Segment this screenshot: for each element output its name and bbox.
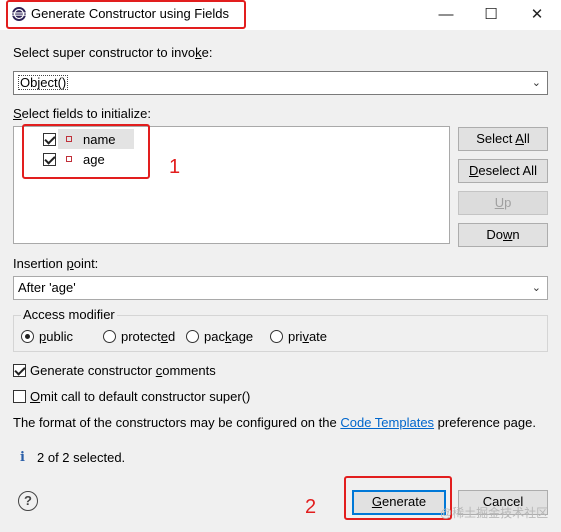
- radio-indicator: [270, 330, 283, 343]
- chevron-down-icon: ⌄: [531, 77, 541, 89]
- checkbox-indicator: [13, 390, 26, 403]
- code-templates-link[interactable]: Code Templates: [340, 415, 434, 430]
- radio-public[interactable]: public: [21, 329, 73, 344]
- radio-label: public: [39, 329, 73, 344]
- info-icon: i: [20, 450, 25, 465]
- checkbox-indicator: [13, 364, 26, 377]
- insertion-point-label: Insertion point:: [13, 256, 99, 271]
- radio-protected[interactable]: protected: [103, 329, 175, 344]
- maximize-button[interactable]: ☐: [476, 4, 506, 26]
- deselect-all-button[interactable]: Deselect All: [458, 159, 548, 183]
- up-button[interactable]: Up: [458, 191, 548, 215]
- radio-indicator: [21, 330, 34, 343]
- selection-status: 2 of 2 selected.: [37, 450, 126, 465]
- fields-label: Select fields to initialize:: [13, 106, 152, 121]
- generate-comments-checkbox[interactable]: Generate constructor comments: [13, 363, 216, 378]
- omit-super-call-checkbox[interactable]: Omit call to default constructor super(): [13, 389, 250, 404]
- checkbox-label: Omit call to default constructor super(): [30, 389, 251, 404]
- insertion-point-select[interactable]: After 'age' ⌄: [13, 276, 548, 300]
- radio-label: package: [204, 329, 254, 344]
- checkbox-label: Generate constructor comments: [30, 363, 216, 378]
- super-constructor-label: Select super constructor to invoke:: [13, 45, 213, 60]
- select-all-button[interactable]: Select All: [458, 127, 548, 151]
- super-constructor-value: Object(): [18, 75, 69, 90]
- access-modifier-title: Access modifier: [21, 307, 117, 322]
- radio-private[interactable]: private: [270, 329, 327, 344]
- radio-indicator: [103, 330, 116, 343]
- annotation-number-2: 2: [305, 496, 317, 518]
- minimize-button[interactable]: —: [431, 4, 461, 26]
- insertion-point-value: After 'age': [18, 280, 76, 295]
- watermark: @稀土掘金技术社区: [440, 506, 549, 520]
- super-constructor-select[interactable]: Object() ⌄: [13, 71, 548, 95]
- chevron-down-icon: ⌄: [531, 282, 541, 294]
- radio-label: protected: [121, 329, 176, 344]
- radio-package[interactable]: package: [186, 329, 253, 344]
- help-icon[interactable]: ?: [18, 491, 38, 511]
- radio-label: private: [288, 329, 328, 344]
- annotation-number-1: 1: [169, 156, 181, 178]
- down-button[interactable]: Down: [458, 223, 548, 247]
- template-info-text: The format of the constructors may be co…: [13, 415, 536, 430]
- annotation-title-highlight: [6, 0, 246, 29]
- generate-button[interactable]: Generate: [352, 490, 446, 515]
- annotation-fields-highlight: [22, 124, 150, 179]
- close-button[interactable]: ✕: [522, 4, 552, 26]
- radio-indicator: [186, 330, 199, 343]
